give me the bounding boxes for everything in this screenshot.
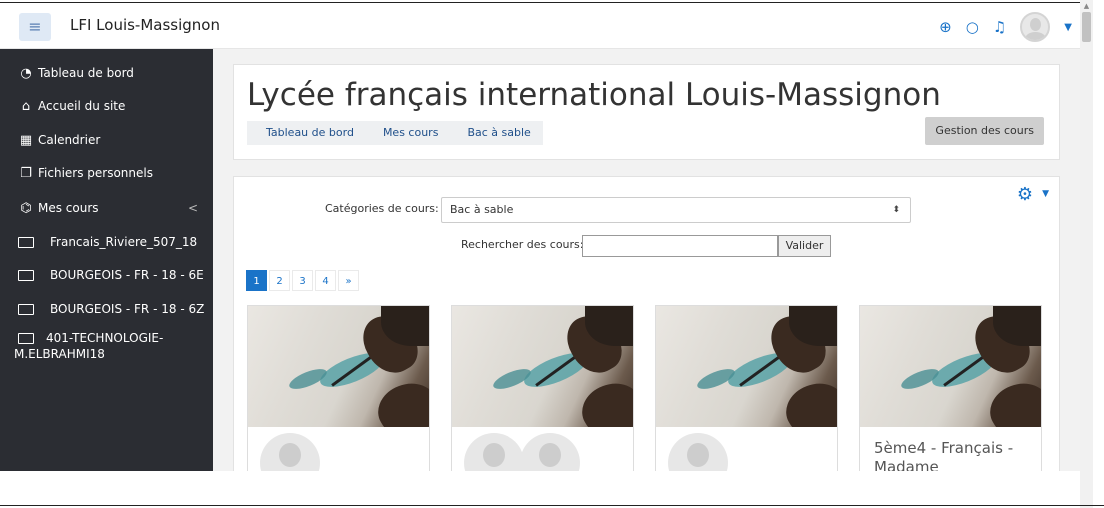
course-teachers: [656, 433, 728, 471]
scroll-up-arrow-icon[interactable]: ▲: [1080, 0, 1093, 12]
sidebar-course-item[interactable]: BOURGEOIS - FR - 18 - 6E: [18, 265, 204, 285]
breadcrumb: Tableau de bord Mes cours Bac à sable: [247, 121, 543, 145]
teacher-avatar: [520, 433, 580, 471]
page-link-next[interactable]: »: [338, 270, 359, 291]
category-select[interactable]: Bac à sable ⬍: [441, 197, 911, 223]
hamburger-menu-icon[interactable]: ≡: [19, 13, 51, 41]
course-teachers: [452, 433, 580, 471]
user-avatar[interactable]: [1020, 12, 1051, 42]
search-submit-button[interactable]: Valider: [778, 235, 831, 257]
course-listing-card: ⚙ ▼ Catégories de cours: Bac à sable ⬍ R…: [233, 176, 1060, 471]
chevron-down-icon[interactable]: ▼: [1064, 22, 1072, 33]
sidebar-course-label-line1: 401-TECHNOLOGIE-: [46, 331, 164, 345]
sidebar-item-my-courses[interactable]: ⌬ Mes cours <: [18, 198, 198, 218]
main-region: Lycée français international Louis-Massi…: [213, 49, 1080, 471]
files-icon: ❐: [20, 165, 32, 181]
teacher-avatar: [668, 433, 728, 471]
search-input[interactable]: [582, 235, 778, 257]
sidebar-item-dashboard[interactable]: ◔ Tableau de bord: [18, 63, 134, 83]
course-card[interactable]: [655, 305, 838, 471]
sidebar-item-home[interactable]: ⌂ Accueil du site: [18, 96, 126, 116]
folder-icon: [18, 236, 34, 248]
course-image: [860, 306, 1041, 427]
page-link-1[interactable]: 1: [246, 270, 267, 291]
search-label: Rechercher des cours:: [461, 238, 584, 251]
course-card[interactable]: 5ème4 - Français - Madame: [859, 305, 1042, 471]
pagination: 1 2 3 4 »: [246, 270, 359, 291]
sidebar-course-item[interactable]: BOURGEOIS - FR - 18 - 6Z: [18, 299, 204, 319]
folder-icon: [18, 303, 34, 315]
category-select-value: Bac à sable: [450, 203, 514, 216]
page-link-4[interactable]: 4: [315, 270, 336, 291]
page-link-3[interactable]: 3: [292, 270, 313, 291]
sidebar-item-label: Tableau de bord: [38, 66, 134, 80]
course-image: [248, 306, 429, 427]
chevron-down-icon[interactable]: ▼: [1042, 189, 1049, 199]
chevron-left-icon[interactable]: <: [188, 201, 198, 215]
scroll-thumb[interactable]: [1082, 12, 1091, 42]
course-teachers: [248, 433, 320, 471]
course-image: [452, 306, 633, 427]
select-arrows-icon: ⬍: [892, 205, 900, 215]
folder-icon: [18, 269, 34, 281]
sidebar-item-label: Fichiers personnels: [38, 166, 153, 180]
sidebar-course-label: Francais_Riviere_507_18: [50, 235, 198, 249]
sidebar: ◔ Tableau de bord ⌂ Accueil du site ▦ Ca…: [0, 49, 213, 471]
dashboard-icon: ◔: [20, 65, 32, 81]
sidebar-item-label: Accueil du site: [38, 99, 126, 113]
sidebar-item-label: Calendrier: [38, 133, 101, 147]
sidebar-item-label: Mes cours: [38, 201, 99, 215]
category-label: Catégories de cours:: [325, 202, 439, 215]
page-scrollbar[interactable]: ▲: [1080, 0, 1093, 508]
browser-frame: ≡ LFI Louis-Massignon ⊕ ○ ♫ ▼ ▲ ◔ Tablea…: [0, 0, 1104, 508]
page-header: Lycée français international Louis-Massi…: [233, 64, 1060, 160]
top-navbar: ≡ LFI Louis-Massignon ⊕ ○ ♫ ▼: [0, 3, 1080, 49]
manage-courses-button[interactable]: Gestion des cours: [925, 117, 1044, 145]
teacher-avatar: [260, 433, 320, 471]
course-card[interactable]: [451, 305, 634, 471]
bottom-border: [0, 505, 1104, 506]
navbar-icons: ⊕ ○ ♫ ▼: [939, 12, 1072, 42]
teacher-avatar: [464, 433, 524, 471]
globe-icon[interactable]: ⊕: [939, 18, 952, 36]
graduation-cap-icon: ⌬: [20, 200, 32, 216]
sidebar-course-item[interactable]: Francais_Riviere_507_18: [18, 232, 197, 252]
home-icon: ⌂: [21, 98, 31, 114]
folder-icon: [18, 332, 34, 344]
page-title: Lycée français international Louis-Massi…: [247, 77, 941, 113]
sidebar-course-label-line2: M.ELBRAHMI18: [14, 347, 105, 361]
sidebar-course-label: BOURGEOIS - FR - 18 - 6Z: [50, 302, 205, 316]
course-card[interactable]: [247, 305, 430, 471]
site-name-link[interactable]: LFI Louis-Massignon: [70, 16, 220, 34]
chat-icon[interactable]: ○: [966, 18, 979, 36]
calendar-icon: ▦: [19, 132, 33, 148]
gear-icon[interactable]: ⚙: [1017, 184, 1033, 205]
breadcrumb-item-sandbox[interactable]: Bac à sable: [450, 121, 542, 145]
sidebar-item-calendar[interactable]: ▦ Calendrier: [18, 130, 100, 150]
page-link-2[interactable]: 2: [269, 270, 290, 291]
breadcrumb-item-my-courses[interactable]: Mes cours: [366, 121, 451, 145]
sidebar-course-label: BOURGEOIS - FR - 18 - 6E: [50, 268, 204, 282]
sidebar-item-files[interactable]: ❐ Fichiers personnels: [18, 163, 153, 183]
breadcrumb-item-dashboard[interactable]: Tableau de bord: [247, 121, 366, 145]
course-title[interactable]: 5ème4 - Français - Madame: [874, 439, 1039, 471]
sidebar-course-item[interactable]: 401-TECHNOLOGIE- M.ELBRAHMI18: [14, 331, 164, 367]
bell-icon[interactable]: ♫: [993, 18, 1006, 36]
course-image: [656, 306, 837, 427]
